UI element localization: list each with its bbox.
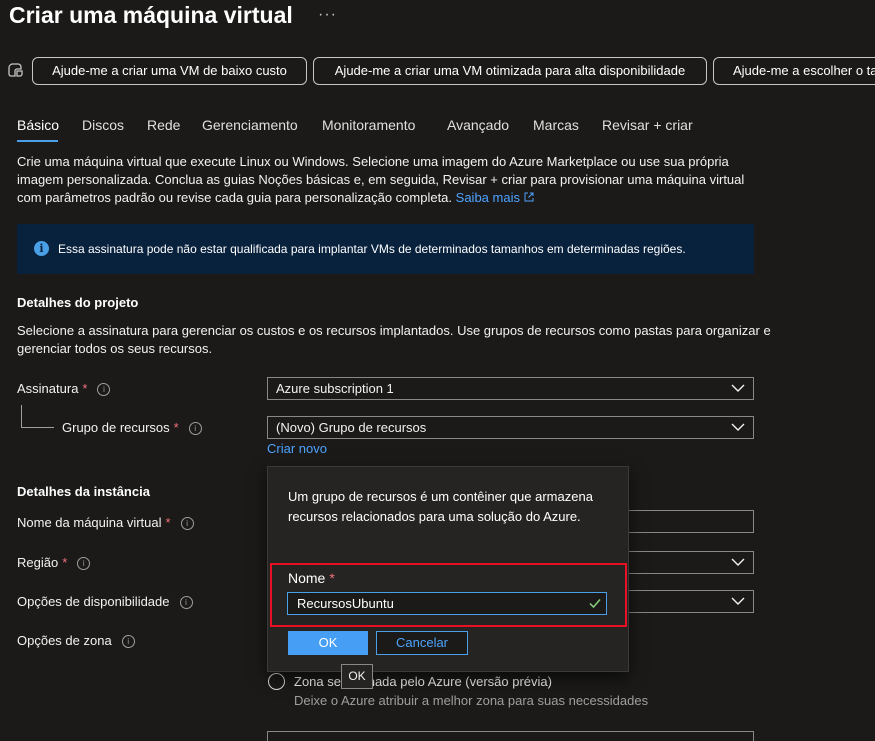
resource-group-label: Grupo de recursos * i xyxy=(62,420,202,435)
subscription-label-text: Assinatura xyxy=(17,381,79,396)
tab-revisar-criar[interactable]: Revisar + criar xyxy=(602,117,693,133)
zone-radio[interactable] xyxy=(268,673,285,690)
project-desc-1: Selecione a assinatura para gerenciar os… xyxy=(17,323,771,338)
chevron-down-icon xyxy=(731,558,745,566)
checkmark-icon xyxy=(589,599,601,609)
instance-details-heading: Detalhes da instância xyxy=(17,484,150,499)
chevron-down-icon xyxy=(731,384,745,392)
required-marker: * xyxy=(165,515,171,530)
required-marker: * xyxy=(62,555,68,570)
active-tab-indicator xyxy=(17,140,58,142)
required-marker: * xyxy=(82,381,88,396)
required-marker: * xyxy=(173,420,179,435)
chevron-down-icon xyxy=(731,423,745,431)
subscription-select-value: Azure subscription 1 xyxy=(276,381,394,396)
zone-radio-label[interactable]: Zona selecionada pelo Azure (versão prév… xyxy=(294,674,552,689)
info-tooltip-icon[interactable]: i xyxy=(180,517,194,530)
tab-monitoramento[interactable]: Monitoramento xyxy=(322,117,415,133)
info-tooltip-icon[interactable]: i xyxy=(97,383,111,396)
tab-avancado[interactable]: Avançado xyxy=(447,117,509,133)
quick-action-low-cost[interactable]: Ajude-me a criar uma VM de baixo custo xyxy=(32,57,307,85)
learn-more-link[interactable]: Saiba mais xyxy=(456,190,520,205)
page-title: Criar uma máquina virtual xyxy=(9,2,293,28)
region-label-text: Região xyxy=(17,555,59,570)
name-label-text: Nome xyxy=(288,570,326,586)
zone-options-label: Opções de zona i xyxy=(17,633,135,648)
info-tooltip-icon[interactable]: i xyxy=(77,557,91,570)
required-marker: * xyxy=(329,570,335,586)
intro-line-1: Crie uma máquina virtual que execute Lin… xyxy=(17,154,729,169)
zone-options-label-text: Opções de zona xyxy=(17,633,112,648)
project-details-heading: Detalhes do projeto xyxy=(17,295,139,310)
zone-field[interactable] xyxy=(267,731,754,741)
zone-radio-description: Deixe o Azure atribuir a melhor zona par… xyxy=(294,693,649,708)
tab-marcas[interactable]: Marcas xyxy=(533,117,579,133)
region-label: Região * i xyxy=(17,555,91,570)
vm-name-label-text: Nome da máquina virtual xyxy=(17,515,162,530)
resource-group-name-value: RecursosUbuntu xyxy=(297,596,394,611)
create-new-link[interactable]: Criar novo xyxy=(267,441,327,456)
info-icon: i xyxy=(34,241,49,256)
cancel-button[interactable]: Cancelar xyxy=(376,631,468,655)
ok-tooltip: OK xyxy=(341,664,373,689)
name-label: Nome * xyxy=(288,570,335,586)
more-options-button[interactable]: ··· xyxy=(318,6,337,24)
ok-button[interactable]: OK xyxy=(288,631,368,655)
project-desc-2: gerenciar todos os seus recursos. xyxy=(17,341,213,356)
chevron-down-icon xyxy=(731,597,745,605)
subscription-notice-text: Essa assinatura pode não estar qualifica… xyxy=(58,242,686,256)
popup-description: Um grupo de recursos é um contêiner que … xyxy=(288,489,593,524)
intro-line-3-text: com parâmetros padrão ou revise cada gui… xyxy=(17,190,453,205)
vm-name-label: Nome da máquina virtual * i xyxy=(17,515,194,530)
resource-group-select[interactable]: (Novo) Grupo de recursos xyxy=(267,416,754,439)
resource-group-name-input[interactable]: RecursosUbuntu xyxy=(287,592,607,615)
subscription-select[interactable]: Azure subscription 1 xyxy=(267,377,754,400)
quick-action-choose[interactable]: Ajude-me a escolher o ta xyxy=(713,57,875,85)
subscription-label: Assinatura * i xyxy=(17,381,111,396)
resource-group-select-value: (Novo) Grupo de recursos xyxy=(276,420,427,435)
external-link-icon xyxy=(524,192,534,202)
info-tooltip-icon[interactable]: i xyxy=(188,422,202,435)
tab-rede[interactable]: Rede xyxy=(147,117,180,133)
tab-basico[interactable]: Básico xyxy=(17,117,59,133)
availability-label: Opções de disponibilidade i xyxy=(17,594,193,609)
intro-line-3: com parâmetros padrão ou revise cada gui… xyxy=(17,189,534,207)
info-tooltip-icon[interactable]: i xyxy=(121,635,135,648)
intro-line-2: imagem personalizada. Conclua as guias N… xyxy=(17,172,745,187)
copilot-icon xyxy=(8,63,23,77)
availability-label-text: Opções de disponibilidade xyxy=(17,594,170,609)
resource-group-label-text: Grupo de recursos xyxy=(62,420,170,435)
tree-connector xyxy=(21,405,54,428)
tab-discos[interactable]: Discos xyxy=(82,117,124,133)
tab-gerenciamento[interactable]: Gerenciamento xyxy=(202,117,298,133)
info-tooltip-icon[interactable]: i xyxy=(179,596,193,609)
quick-action-high-availability[interactable]: Ajude-me a criar uma VM otimizada para a… xyxy=(313,57,707,85)
